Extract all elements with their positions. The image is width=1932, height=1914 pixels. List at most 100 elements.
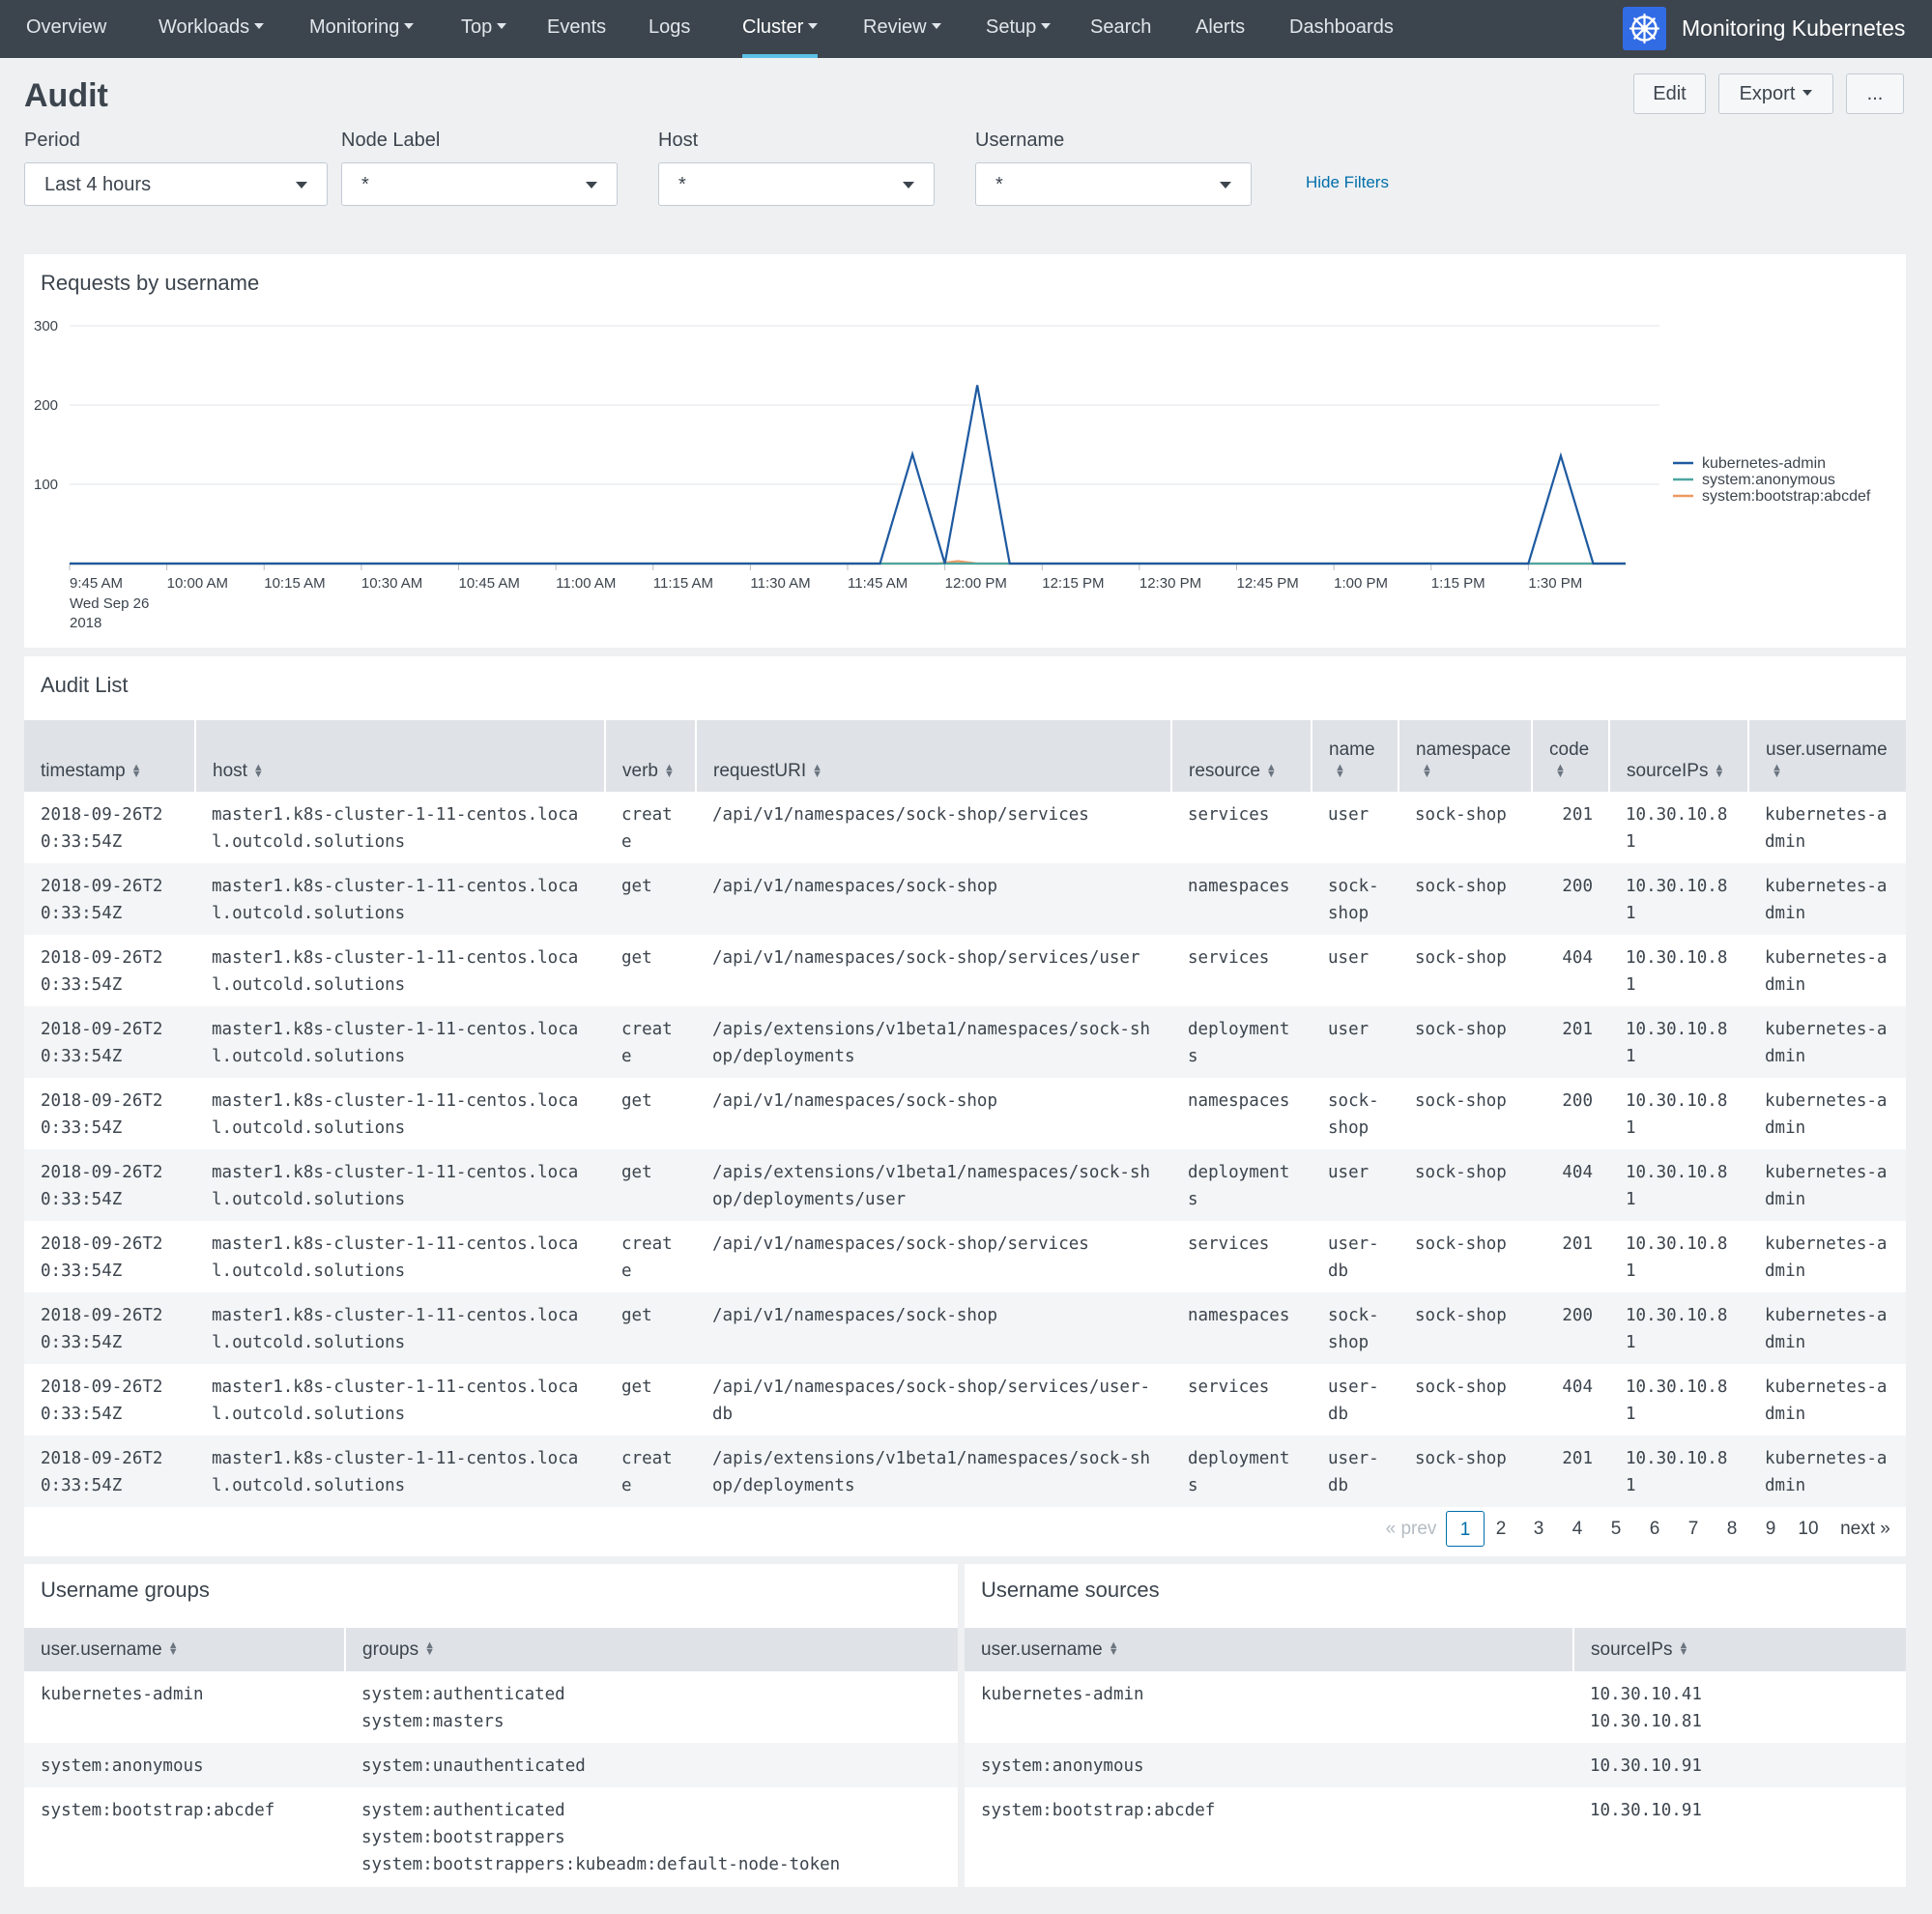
nav-item-dashboards[interactable]: Dashboards [1289,0,1394,58]
host-dropdown[interactable]: * [658,162,935,206]
page-10-button[interactable]: 10 [1793,1511,1824,1547]
table-row[interactable]: system:bootstrap:abcdef system:authentica… [24,1787,958,1886]
cell-resource: deployments [1171,1149,1312,1221]
nav-item-alerts[interactable]: Alerts [1196,0,1245,58]
cell-groups: system:unauthenticated [345,1743,958,1787]
cell-name: user [1328,805,1370,825]
table-row[interactable]: system:bootstrap:abcdef 10.30.10.91 [965,1787,1906,1832]
table-row[interactable]: kubernetes-admin 10.30.10.41 10.30.10.81 [965,1671,1906,1743]
table-row[interactable]: 2018-09-26T20:33:54Z master1.k8s-cluster-… [24,1078,1906,1149]
table-row[interactable]: 2018-09-26T20:33:54Z master1.k8s-cluster-… [24,1436,1906,1507]
column-header-requesturi[interactable]: requestURI ▲ ▼ [696,720,1172,792]
table-row[interactable]: 2018-09-26T20:33:54Z master1.k8s-cluster-… [24,1221,1906,1292]
requests-chart: 300 200 100 9:45 AM 10:00 AM 10:15 AM 10:30 AM… [34,318,1871,631]
column-header-sourceips[interactable]: sourceIPs ▲ ▼ [1573,1628,1906,1671]
sort-icon: ▲ ▼ [1678,1639,1689,1659]
node-label-dropdown[interactable]: * [341,162,618,206]
nav-item-cluster[interactable]: Cluster [742,0,819,58]
x-tick-label: 12:00 PM [945,575,1007,592]
column-header-user-username[interactable]: user.username▲▼ [1748,720,1906,792]
table-row[interactable]: 2018-09-26T20:33:54Z master1.k8s-cluster-… [24,792,1906,863]
period-dropdown[interactable]: Last 4 hours [24,162,328,206]
host-label: Host [658,130,699,151]
column-header-sourceips[interactable]: sourceIPs ▲ ▼ [1609,720,1749,792]
cell-verb: create [605,1006,696,1078]
table-row[interactable]: 2018-09-26T20:33:54Z master1.k8s-cluster-… [24,935,1906,1006]
nav-item-label: Overview [26,16,107,38]
cell-user-username: kubernetes-admin [41,1685,204,1704]
table-row[interactable]: 2018-09-26T20:33:54Z master1.k8s-cluster-… [24,863,1906,935]
nav-item-overview[interactable]: Overview [26,0,106,58]
page-7-button[interactable]: 7 [1678,1511,1709,1547]
cell-ips: 10.30.10.91 [1573,1787,1906,1832]
cell-resource: namespaces [1171,1292,1312,1364]
table-row[interactable]: 2018-09-26T20:33:54Z master1.k8s-cluster-… [24,1292,1906,1364]
page-9-button[interactable]: 9 [1755,1511,1786,1547]
cell-verb: create [621,1234,673,1281]
nav-item-monitoring[interactable]: Monitoring [309,0,415,58]
column-header-groups[interactable]: groups ▲ ▼ [345,1628,958,1671]
column-header-code[interactable]: code▲ ▼ [1532,720,1610,792]
period-value: Last 4 hours [44,174,152,195]
cell-host: master1.k8s-cluster-1-11-centos.local.ou… [212,948,579,995]
nav-item-top[interactable]: Top [461,0,507,58]
nav-item-search[interactable]: Search [1090,0,1151,58]
legend-item[interactable]: system:anonymous [1702,472,1835,488]
cell-user-username: system:bootstrap:abcdef [41,1801,275,1820]
cell-user-username: system:anonymous [24,1743,345,1787]
cell-host: master1.k8s-cluster-1-11-centos.local.ou… [195,1149,605,1221]
more-actions-button[interactable]: ... [1846,73,1904,114]
hide-filters-link[interactable]: Hide Filters [1306,173,1389,192]
edit-button[interactable]: Edit [1633,73,1706,114]
nav-item-review[interactable]: Review [863,0,941,58]
table-row[interactable]: 2018-09-26T20:33:54Z master1.k8s-cluster-… [24,1006,1906,1078]
column-header-verb[interactable]: verb ▲ ▼ [605,720,697,792]
cell-timestamp: 2018-09-26T20:33:54Z [41,1378,163,1424]
column-header-label: verb [622,761,658,781]
username-dropdown[interactable]: * [975,162,1252,206]
pagination: « prev 1 2 3 4 5 6 7 8 9 10 next » [1348,1511,1906,1547]
sort-icon: ▲ ▼ [1422,761,1432,780]
next-page-button[interactable]: next » [1836,1511,1894,1547]
column-header-timestamp[interactable]: timestamp ▲ ▼ [24,720,196,792]
legend-item[interactable]: kubernetes-admin [1702,455,1826,472]
cell-code: 404 [1532,1149,1609,1221]
column-header-name[interactable]: name▲ ▼ [1312,720,1399,792]
column-header-label: user.username [1766,740,1888,760]
page-6-button[interactable]: 6 [1639,1511,1670,1547]
prev-page-button[interactable]: « prev [1382,1511,1440,1547]
column-header-host[interactable]: host ▲ ▼ [195,720,606,792]
export-button[interactable]: Export [1718,73,1833,114]
page-8-button[interactable]: 8 [1716,1511,1747,1547]
y-tick-label: 300 [34,318,58,334]
username-groups-panel: Username groups user.username ▲ ▼ groups ▲ ▼ … [24,1564,958,1887]
page-5-button[interactable]: 5 [1600,1511,1631,1547]
table-row[interactable]: 2018-09-26T20:33:54Z master1.k8s-cluster-… [24,1149,1906,1221]
table-row[interactable]: system:anonymous 10.30.10.91 [965,1743,1906,1787]
table-row[interactable]: system:anonymous system:unauthenticated [24,1743,958,1787]
page-4-button[interactable]: 4 [1562,1511,1593,1547]
page-3-button[interactable]: 3 [1523,1511,1554,1547]
cell-code: 404 [1562,1378,1593,1397]
app-title[interactable]: Monitoring Kubernetes [1682,0,1905,58]
page-1-button[interactable]: 1 [1446,1511,1485,1547]
cell-name: user [1312,1006,1399,1078]
column-header-namespace[interactable]: namespace▲ ▼ [1399,720,1533,792]
cell-requesturi: /api/v1/namespaces/sock-shop/services/us… [712,1378,1151,1424]
table-row[interactable]: kubernetes-admin system:authenticated syst… [24,1671,958,1743]
column-header-resource[interactable]: resource ▲ ▼ [1171,720,1312,792]
column-header-user-username[interactable]: user.username▲▼ [965,1628,1574,1671]
cell-host: master1.k8s-cluster-1-11-centos.local.ou… [212,805,579,852]
nav-item-setup[interactable]: Setup [986,0,1052,58]
column-header-user-username[interactable]: user.username▲▼ [24,1628,346,1671]
table-row[interactable]: 2018-09-26T20:33:54Z master1.k8s-cluster-… [24,1364,1906,1436]
legend-item[interactable]: system:bootstrap:abcdef [1702,488,1871,505]
page-2-button[interactable]: 2 [1485,1511,1516,1547]
nav-item-workloads[interactable]: Workloads [159,0,265,58]
cell-resource: deployments [1171,1006,1312,1078]
nav-item-events[interactable]: Events [547,0,606,58]
nav-item-label: Search [1090,16,1152,38]
column-header-label: user.username [981,1638,1103,1660]
audit-list-title: Audit List [41,673,129,697]
nav-item-logs[interactable]: Logs [649,0,690,58]
